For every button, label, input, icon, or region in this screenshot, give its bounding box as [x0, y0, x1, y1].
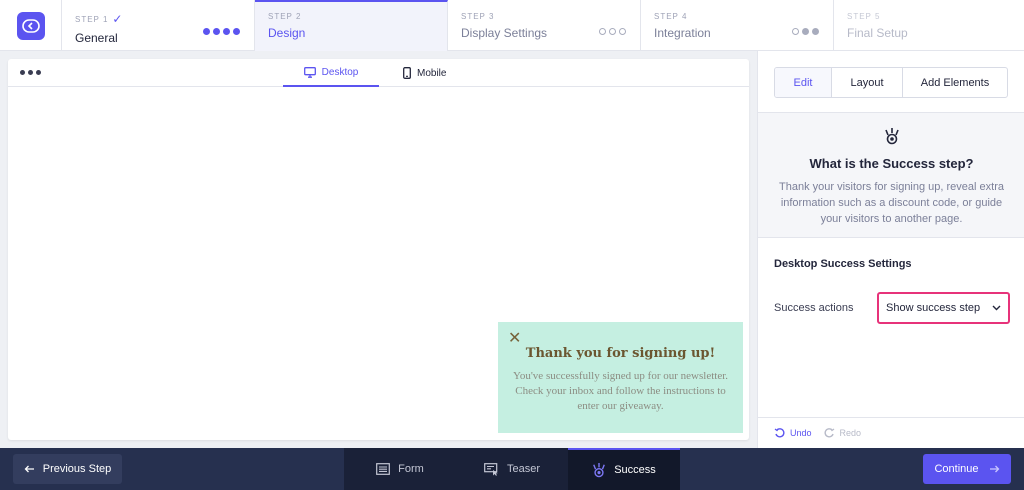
previous-step-button[interactable]: Previous Step [13, 454, 122, 484]
undo-button[interactable]: Undo [774, 428, 812, 438]
success-actions-label: Success actions [774, 302, 854, 314]
preview-canvas: Desktop Mobile ✕ Thank you for signing u… [8, 59, 749, 440]
continue-label: Continue [934, 463, 979, 475]
tab-layout[interactable]: Layout [832, 68, 903, 97]
success-crown-icon [884, 128, 899, 145]
step-number: STEP 2 [268, 12, 302, 21]
step-name: Design [268, 26, 306, 40]
logo-cell [0, 0, 62, 51]
panel-tabs: Edit Layout Add Elements [774, 67, 1008, 98]
success-actions-value: Show success step [886, 302, 981, 314]
info-text: Thank your visitors for signing up, reve… [779, 181, 1004, 225]
step-integration[interactable]: STEP 4 Integration [641, 0, 834, 51]
tab-success-label: Success [614, 464, 656, 476]
tab-form[interactable]: Form [344, 448, 456, 490]
step-number: STEP 5 [847, 12, 881, 21]
preview-header: Desktop Mobile [8, 59, 749, 87]
step-general[interactable]: STEP 1 ✓ General [62, 0, 255, 51]
undo-label: Undo [790, 428, 812, 438]
redo-label: Redo [839, 428, 862, 438]
step-progress-dots [203, 28, 240, 35]
tab-mobile-label: Mobile [417, 67, 447, 79]
window-dots-icon [20, 70, 41, 75]
history-bar: Undo Redo [758, 417, 1024, 448]
teaser-icon [484, 462, 498, 476]
mobile-icon [403, 67, 411, 79]
settings-title: Desktop Success Settings [774, 258, 912, 270]
settings-panel: Edit Layout Add Elements What is the Suc… [757, 51, 1024, 448]
success-text: You've successfully signed up for our ne… [512, 370, 729, 412]
tab-success[interactable]: Success [568, 448, 680, 490]
step-final-setup[interactable]: STEP 5 Final Setup [834, 0, 1024, 51]
view-tabs: Form Teaser Success [344, 448, 680, 490]
step-design[interactable]: STEP 2 Design [255, 0, 448, 51]
form-icon [376, 463, 391, 475]
tab-add-elements[interactable]: Add Elements [903, 68, 1007, 97]
info-title: What is the Success step? [809, 156, 974, 171]
desktop-icon [303, 66, 316, 78]
check-icon: ✓ [112, 12, 123, 26]
step-name: Final Setup [847, 26, 908, 40]
tab-form-label: Form [398, 463, 424, 475]
arrow-right-icon [989, 465, 999, 473]
step-display-settings[interactable]: STEP 3 Display Settings [448, 0, 641, 51]
success-actions-select[interactable]: Show success step [877, 292, 1010, 324]
tab-edit[interactable]: Edit [775, 68, 832, 97]
tab-desktop-label: Desktop [321, 66, 359, 78]
step-number: STEP 4 [654, 12, 688, 21]
continue-button[interactable]: Continue [923, 454, 1011, 484]
redo-icon [824, 428, 834, 438]
tab-teaser[interactable]: Teaser [456, 448, 568, 490]
step-progress-dots [792, 28, 819, 35]
success-popup[interactable]: ✕ Thank you for signing up! You've succe… [498, 322, 743, 433]
bottom-bar: Previous Step Form Teaser Success Contin… [0, 448, 1024, 490]
chevron-down-icon [992, 305, 1001, 311]
step-number: STEP 1 [75, 14, 109, 24]
steps-bar: STEP 1 ✓ General STEP 2 Design STEP 3 Dis… [0, 0, 1024, 51]
success-step-info: What is the Success step? Thank your vis… [758, 112, 1024, 238]
step-progress-dots [599, 28, 626, 35]
tab-mobile[interactable]: Mobile [403, 59, 446, 87]
tab-teaser-label: Teaser [506, 463, 541, 475]
step-number: STEP 3 [461, 12, 495, 21]
tab-desktop[interactable]: Desktop [283, 59, 379, 87]
success-title: Thank you for signing up! [525, 346, 716, 361]
undo-icon [774, 428, 785, 438]
previous-step-label: Previous Step [42, 463, 112, 475]
arrow-left-icon [24, 465, 34, 473]
redo-button[interactable]: Redo [824, 428, 862, 438]
close-icon[interactable]: ✕ [508, 328, 521, 348]
success-icon [593, 463, 606, 478]
app-logo-icon[interactable] [16, 11, 45, 40]
